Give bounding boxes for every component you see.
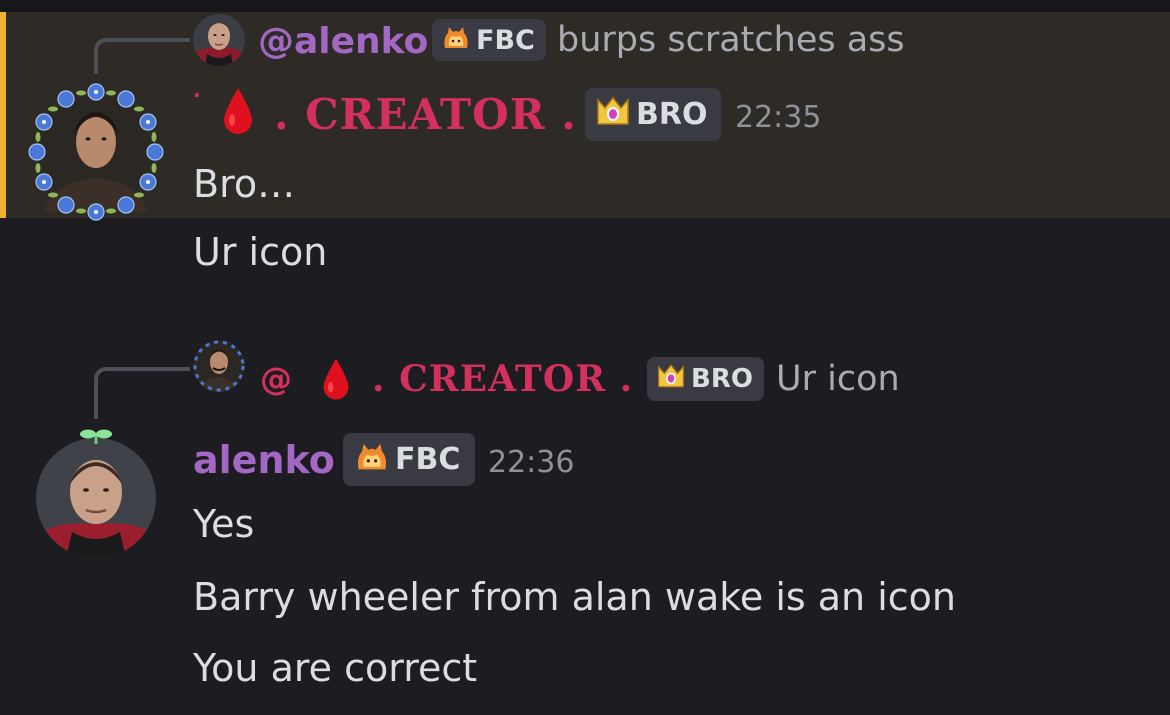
timestamp[interactable]: 22:36 — [488, 448, 574, 478]
message-line: Ur icon — [193, 230, 328, 274]
author-avatar[interactable] — [36, 428, 156, 558]
crown-gem-icon — [657, 363, 685, 396]
message-line: Bro… — [193, 162, 296, 206]
reply-role-tag[interactable]: FBC — [432, 19, 546, 61]
reply-mention[interactable]: @alenko — [258, 24, 428, 60]
crown-gem-icon — [596, 96, 630, 134]
author-role-tag[interactable]: FBC — [343, 433, 475, 486]
reply-avatar[interactable] — [193, 14, 245, 66]
timestamp[interactable]: 22:35 — [735, 103, 821, 133]
reply-role-tag-label: BRO — [691, 364, 753, 394]
top-divider — [0, 0, 1170, 12]
chat-view: @alenko FBC burps scratches ass . . CREA… — [0, 0, 1170, 715]
blood-drop-icon — [220, 86, 256, 142]
reply-role-tag-label: FBC — [476, 24, 535, 56]
reply-role-tag[interactable]: BRO — [647, 357, 764, 401]
message-line: You are correct — [193, 646, 478, 690]
author-avatar[interactable] — [24, 82, 168, 222]
message-line: Yes — [193, 502, 255, 546]
author-role-tag-label: FBC — [395, 442, 461, 477]
reply-connector — [94, 38, 190, 74]
author-prefix: . — [193, 78, 201, 102]
flame-cat-icon — [442, 24, 470, 57]
reply-mention[interactable]: @ — [260, 363, 292, 395]
mention-highlight-bar — [0, 12, 6, 218]
reply-avatar[interactable] — [193, 340, 245, 392]
author-name[interactable]: alenko — [193, 441, 335, 479]
flame-cat-icon — [355, 440, 389, 480]
reply-connector — [94, 367, 190, 419]
reply-author-name[interactable]: . CREATOR . — [372, 361, 633, 397]
author-role-tag-label: BRO — [636, 97, 708, 132]
author-name[interactable]: . CREATOR . — [274, 94, 577, 136]
reply-preview[interactable]: Ur icon — [776, 362, 900, 397]
message-line: Barry wheeler from alan wake is an icon — [193, 575, 957, 619]
reply-preview[interactable]: burps scratches ass — [557, 23, 905, 58]
blood-drop-icon — [320, 356, 352, 408]
author-role-tag[interactable]: BRO — [585, 88, 721, 141]
